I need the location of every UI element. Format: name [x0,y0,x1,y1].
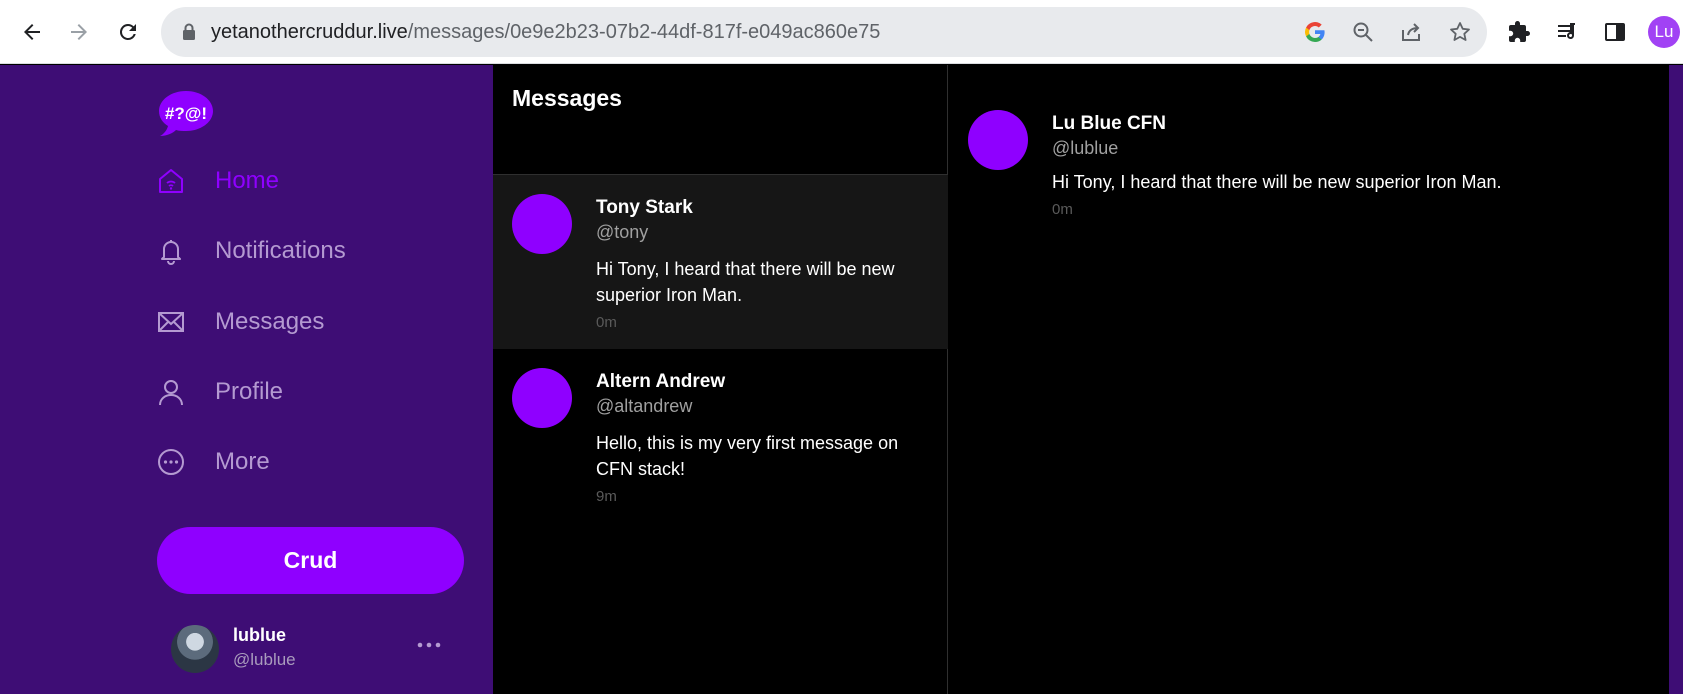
bell-icon [161,240,181,265]
current-user-name: lublue [233,625,286,645]
message-time: 0m [1052,201,1073,218]
message-group-item[interactable]: Altern Andrew @altandrew Hello, this is … [493,349,948,523]
message-group-item[interactable]: Tony Stark @tony Hi Tony, I heard that t… [493,175,948,349]
crud-button[interactable]: Crud [157,527,464,594]
sidebar-item-more[interactable]: More [157,439,270,485]
message-thread-panel: Lu Blue CFN @lublue Hi Tony, I heard tha… [949,65,1669,694]
sidebar-item-label: Messages [215,308,325,335]
app: #?@! Home Notifications Messages Profile… [0,65,1683,694]
message-text: Hi Tony, I heard that there will be new … [1052,172,1502,192]
sidebar-item-label: More [215,448,270,475]
bookmark-star-icon[interactable] [1448,20,1472,44]
extensions-icon[interactable] [1507,20,1531,44]
avatar [512,194,572,254]
url-text: yetanothercruddur.live/messages/0e9e2b23… [211,21,881,43]
group-name: Tony Stark [596,197,693,218]
home-icon [159,169,183,193]
group-time: 0m [596,314,617,331]
person-icon [159,380,183,406]
avatar[interactable] [171,625,219,673]
sidebar-item-messages[interactable]: Messages [157,299,324,345]
avatar [968,110,1028,170]
back-arrow-icon [24,24,40,40]
address-bar[interactable]: yetanothercruddur.live/messages/0e9e2b23… [161,7,1487,57]
sidebar-item-profile[interactable]: Profile [157,369,283,415]
lock-icon [183,23,195,40]
google-icon[interactable] [1303,20,1327,44]
message-author-handle: @lublue [1052,138,1119,158]
browser-profile-avatar[interactable]: Lu [1648,16,1680,48]
group-name: Altern Andrew [596,371,726,392]
sidebar-item-label: Home [215,167,280,194]
browser-toolbar: yetanothercruddur.live/messages/0e9e2b23… [0,0,1683,64]
current-user-handle: @lublue [233,650,296,669]
sidebar-item-home[interactable]: Home [157,158,279,204]
group-message-preview: Hi Tony, I heard that there will be new … [596,259,895,305]
reload-button[interactable] [108,12,148,52]
scrollbar-gutter [1669,65,1683,694]
message-author-name: Lu Blue CFN [1052,113,1166,134]
group-handle: @altandrew [596,396,693,416]
ellipsis-icon[interactable] [415,635,443,655]
group-message-preview: Hello, this is my very first message on … [596,433,899,479]
media-queue-icon[interactable] [1555,20,1579,44]
logo-icon[interactable]: #?@! [157,89,215,139]
sidebar: #?@! Home Notifications Messages Profile… [0,65,493,694]
sidebar-item-label: Notifications [215,237,346,264]
sidebar-item-notifications[interactable]: Notifications [157,228,346,274]
forward-arrow-icon [71,24,87,40]
message-groups-panel: Messages Tony Stark @tony Hi Tony, I hea… [493,65,948,694]
forward-button[interactable] [59,12,99,52]
reload-icon [119,23,136,40]
mail-icon [158,312,184,332]
group-time: 9m [596,488,617,505]
more-circle-icon [158,449,184,475]
zoom-out-icon[interactable] [1351,20,1375,44]
avatar [512,368,572,428]
page-title: Messages [512,85,622,111]
logo-text: #?@! [165,104,207,123]
group-handle: @tony [596,222,649,242]
sidebar-item-label: Profile [215,378,284,405]
side-panel-icon[interactable] [1603,20,1627,44]
back-button[interactable] [12,12,52,52]
share-icon[interactable] [1399,20,1423,44]
